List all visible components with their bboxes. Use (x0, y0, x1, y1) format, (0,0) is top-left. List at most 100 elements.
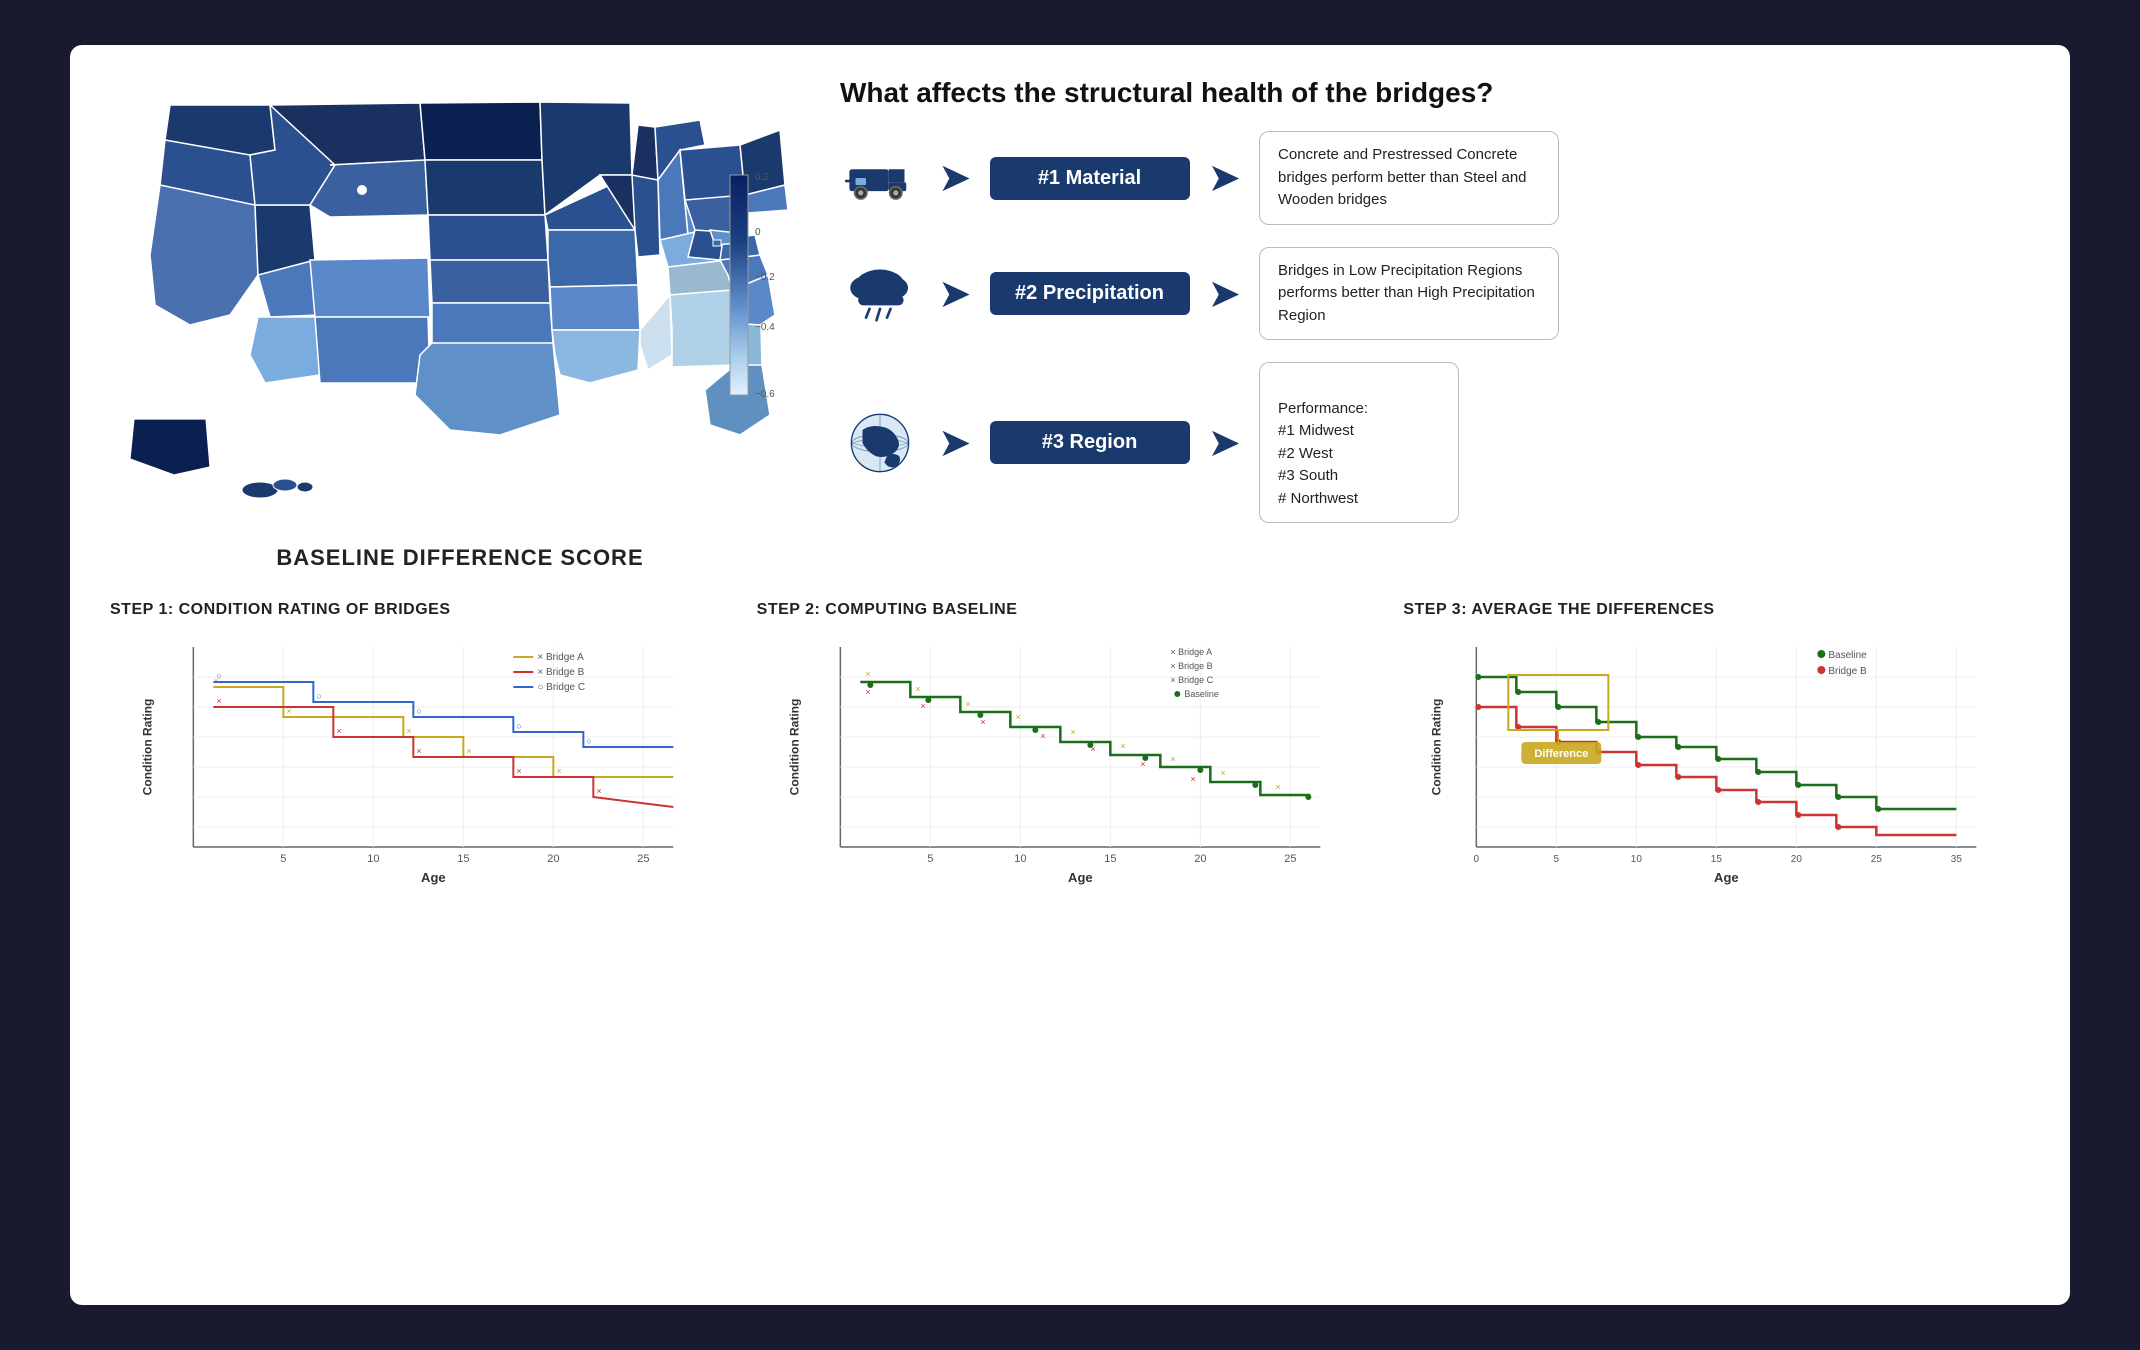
svg-text:0.2: 0.2 (755, 172, 769, 183)
svg-text:○: ○ (586, 736, 591, 746)
svg-text:○: ○ (416, 706, 421, 716)
truck-icon (840, 138, 920, 218)
svg-text:Age: Age (421, 870, 446, 885)
right-panel: What affects the structural health of th… (840, 75, 2030, 545)
factor-desc-precipitation: Bridges in Low Precipitation Regions per… (1259, 247, 1559, 341)
arrow-2: ➤ (938, 271, 972, 317)
svg-text:× Bridge A: × Bridge A (537, 652, 584, 663)
chart-title-2: STEP 2: COMPUTING BASELINE (757, 601, 1018, 619)
factor-label-material: #1 Material (990, 157, 1190, 200)
svg-text:×: × (1120, 741, 1125, 751)
factor-desc-material: Concrete and Prestressed Concrete bridge… (1259, 131, 1559, 225)
arrow-3: ➤ (938, 420, 972, 466)
factor-label-region: #3 Region (990, 421, 1190, 464)
svg-text:Baseline: Baseline (1829, 650, 1868, 661)
svg-text:×: × (1170, 754, 1175, 764)
arrow-1b: ➤ (1208, 155, 1242, 201)
svg-text:× Bridge C: × Bridge C (1170, 675, 1213, 685)
svg-text:×: × (406, 726, 411, 736)
svg-text:○: ○ (316, 691, 321, 701)
chart-svg-3: 0 5 10 15 20 25 35 Condition Rating Age (1403, 627, 2030, 887)
svg-text:×: × (865, 669, 870, 679)
svg-text:−0.2: −0.2 (755, 272, 775, 283)
svg-text:25: 25 (637, 853, 649, 865)
svg-text:15: 15 (457, 853, 469, 865)
svg-text:×: × (1070, 727, 1075, 737)
svg-text:× Bridge A: × Bridge A (1170, 647, 1212, 657)
main-card: 0.2 0 −0.2 −0.4 −0.6 BASELINE DIFFERENCE… (70, 45, 2070, 1305)
svg-text:○: ○ (516, 721, 521, 731)
svg-text:× Bridge B: × Bridge B (1170, 661, 1212, 671)
top-section: 0.2 0 −0.2 −0.4 −0.6 BASELINE DIFFERENCE… (110, 75, 2030, 571)
chart-container-2: 5 10 15 20 25 Condition Rating Age × × ×… (757, 627, 1384, 887)
svg-text:○: ○ (216, 671, 221, 681)
svg-text:20: 20 (1194, 853, 1206, 865)
chart-container-1: 5 10 15 20 25 Condition Rating Age × × × (110, 627, 737, 887)
svg-text:×: × (556, 766, 561, 776)
svg-text:25: 25 (1284, 853, 1296, 865)
svg-text:×: × (216, 696, 221, 706)
svg-text:35: 35 (1951, 854, 1963, 865)
chart-title-1: STEP 1: CONDITION RATING OF BRIDGES (110, 601, 450, 619)
svg-text:×: × (596, 786, 601, 796)
chart-title-3: STEP 3: AVERAGE THE DIFFERENCES (1403, 601, 1714, 619)
svg-text:×: × (466, 746, 471, 756)
svg-text:Condition Rating: Condition Rating (140, 699, 154, 796)
us-map: 0.2 0 −0.2 −0.4 −0.6 (110, 75, 810, 535)
svg-text:×: × (1190, 774, 1195, 784)
chart-panel-2: STEP 2: COMPUTING BASELINE (757, 601, 1384, 887)
chart-panel-3: STEP 3: AVERAGE THE DIFFERENCES (1403, 601, 2030, 887)
svg-text:○ Bridge C: ○ Bridge C (537, 682, 585, 693)
svg-text:×: × (920, 701, 925, 711)
svg-text:20: 20 (1791, 854, 1803, 865)
map-title: BASELINE DIFFERENCE SCORE (276, 545, 643, 571)
chart-svg-2: 5 10 15 20 25 Condition Rating Age × × ×… (757, 627, 1384, 887)
svg-text:Condition Rating: Condition Rating (787, 699, 801, 796)
svg-text:10: 10 (1014, 853, 1026, 865)
svg-text:Age: Age (1714, 870, 1739, 885)
svg-text:10: 10 (1631, 854, 1643, 865)
chart-panel-1: STEP 1: CONDITION RATING OF BRIDGES (110, 601, 737, 887)
svg-text:×: × (965, 699, 970, 709)
svg-text:−0.4: −0.4 (755, 322, 775, 333)
factor-row-region: ➤ #3 Region ➤ Performance: #1 Midwest #2… (840, 362, 2030, 523)
svg-text:5: 5 (280, 853, 286, 865)
svg-text:×: × (1220, 768, 1225, 778)
map-container: 0.2 0 −0.2 −0.4 −0.6 (110, 75, 810, 535)
svg-text:Age: Age (1068, 870, 1093, 885)
svg-text:×: × (1275, 782, 1280, 792)
svg-text:Baseline: Baseline (1184, 689, 1219, 699)
svg-text:×: × (516, 766, 521, 776)
svg-text:5: 5 (1554, 854, 1560, 865)
bottom-section: STEP 1: CONDITION RATING OF BRIDGES (110, 591, 2030, 887)
svg-text:× Bridge B: × Bridge B (537, 667, 584, 678)
svg-text:×: × (416, 746, 421, 756)
svg-text:Difference: Difference (1535, 748, 1589, 760)
arrow-3b: ➤ (1208, 420, 1242, 466)
svg-text:5: 5 (927, 853, 933, 865)
factor-row-material: ➤ #1 Material ➤ Concrete and Prestressed… (840, 131, 2030, 225)
svg-text:×: × (915, 684, 920, 694)
factor-label-precipitation: #2 Precipitation (990, 272, 1190, 315)
svg-text:15: 15 (1104, 853, 1116, 865)
svg-text:0: 0 (755, 227, 761, 238)
cloud-rain-icon (840, 254, 920, 334)
factor-desc-region: Performance: #1 Midwest #2 West #3 South… (1259, 362, 1459, 523)
chart-svg-1: 5 10 15 20 25 Condition Rating Age × × × (110, 627, 737, 887)
arrow-2b: ➤ (1208, 271, 1242, 317)
panel-title: What affects the structural health of th… (840, 75, 2030, 111)
svg-text:×: × (865, 687, 870, 697)
globe-icon (840, 403, 920, 483)
svg-text:×: × (980, 717, 985, 727)
map-area: 0.2 0 −0.2 −0.4 −0.6 BASELINE DIFFERENCE… (110, 75, 810, 571)
svg-text:Bridge B: Bridge B (1829, 666, 1868, 677)
svg-text:20: 20 (547, 853, 559, 865)
svg-text:×: × (1040, 731, 1045, 741)
svg-text:10: 10 (367, 853, 379, 865)
svg-text:−0.6: −0.6 (755, 389, 775, 400)
svg-text:×: × (1015, 712, 1020, 722)
arrow-1: ➤ (938, 155, 972, 201)
svg-text:Condition Rating: Condition Rating (1430, 699, 1444, 796)
svg-text:15: 15 (1711, 854, 1723, 865)
svg-text:×: × (336, 726, 341, 736)
